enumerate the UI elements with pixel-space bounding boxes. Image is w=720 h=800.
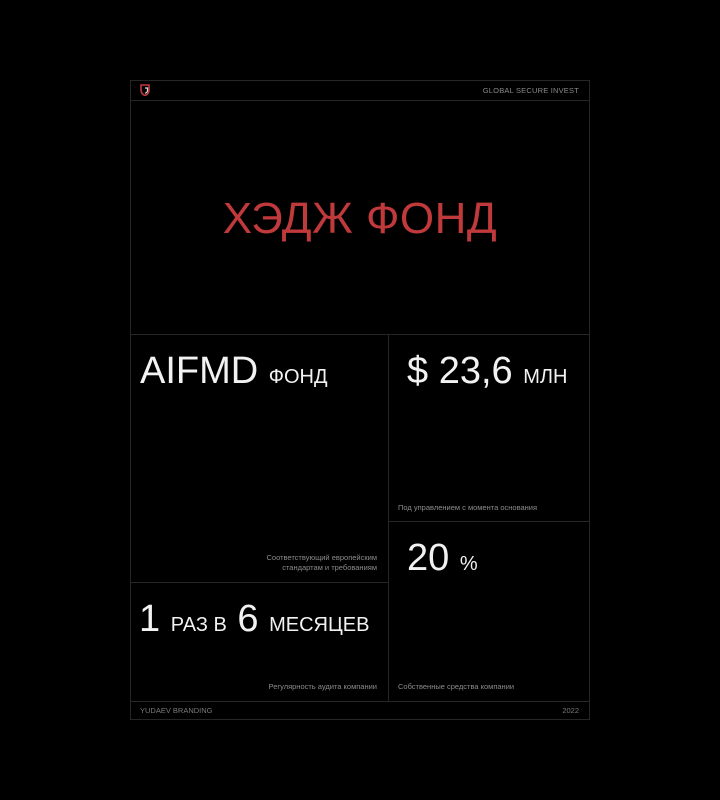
stat-aifmd-unit: ФОНД: [268, 366, 328, 388]
stat-aifmd: AIFMD ФОНД: [140, 351, 328, 397]
stat-aifmd-caption: Соответствующий европейским стандартам и…: [266, 553, 377, 573]
hero-title: ХЭДЖ ФОНД: [222, 194, 498, 243]
stat-aifmd-value: AIFMD: [140, 350, 259, 392]
footer-left: YUDAEV BRANDING: [140, 706, 213, 715]
stat-equity-caption: Собственные средства компании: [398, 682, 515, 691]
stat-equity-unit: %: [459, 553, 478, 575]
stat-aum-unit: МЛН: [523, 366, 568, 388]
stat-audit-unit2: МЕСЯЦЕВ: [269, 614, 370, 636]
grid-right-divider: [388, 521, 589, 522]
hero-divider: [131, 334, 589, 335]
grid-vertical-divider: [388, 334, 389, 701]
footer-divider: [131, 701, 589, 702]
header-divider: [131, 100, 589, 101]
stat-aifmd-caption-line1: Соответствующий европейским: [266, 553, 377, 562]
shield-logo-icon: [140, 84, 150, 96]
stat-aum-value: $ 23,6: [407, 350, 513, 392]
stat-audit-caption: Регулярность аудита компании: [268, 682, 377, 691]
stat-audit-value1: 1: [139, 598, 161, 640]
stat-audit-value2: 6: [237, 598, 259, 640]
grid-left-divider: [131, 582, 388, 583]
stat-aum: $ 23,6 МЛН: [407, 351, 567, 397]
stat-equity: 20 %: [407, 538, 478, 584]
brand-name: GLOBAL SECURE INVEST: [482, 86, 579, 95]
poster-card: GLOBAL SECURE INVEST ХЭДЖ ФОНД AIFMD ФОН…: [130, 80, 590, 720]
stat-audit-unit1: РАЗ В: [170, 614, 227, 636]
footer-year: 2022: [562, 706, 579, 715]
stat-equity-value: 20: [407, 537, 450, 579]
stat-aifmd-caption-line2: стандартам и требованиям: [282, 563, 377, 572]
stat-audit: 1 РАЗ В 6 МЕСЯЦЕВ: [139, 599, 369, 645]
stat-aum-caption: Под управлением с момента основания: [398, 503, 538, 512]
